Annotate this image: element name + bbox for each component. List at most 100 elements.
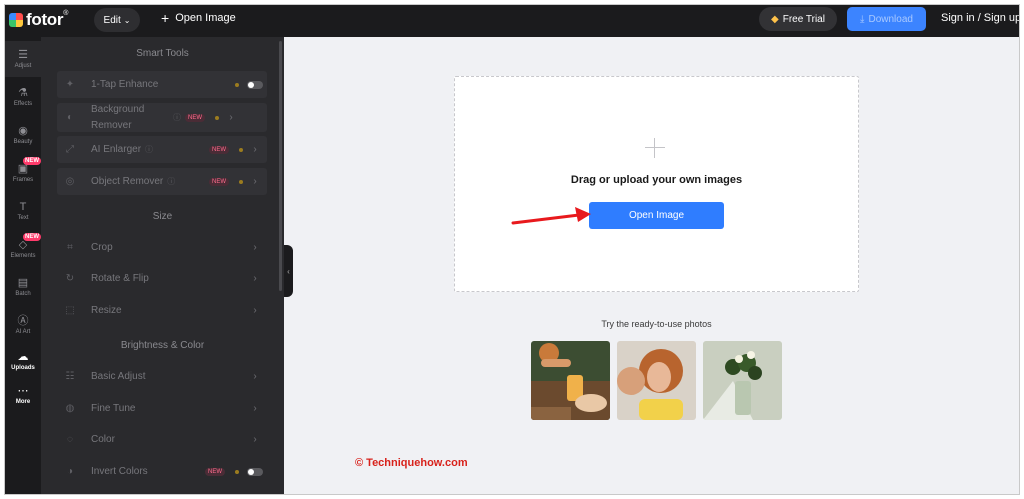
new-badge: NEW (205, 467, 225, 476)
new-badge: NEW (209, 145, 229, 154)
status-dot (239, 147, 243, 152)
tool-basic-adjust[interactable]: ☷ Basic Adjust › (57, 363, 267, 390)
drop-icon: ◍ (65, 403, 75, 414)
ready-photos-caption: Try the ready-to-use photos (601, 319, 712, 329)
chevron-right-icon: › (253, 144, 257, 155)
red-arrow-annotation (511, 207, 591, 225)
info-icon[interactable]: ⓘ (173, 112, 181, 123)
status-dot (239, 179, 243, 184)
rail-item-text[interactable]: T Text (5, 193, 41, 229)
tool-label: Resize (91, 304, 122, 316)
tool-label: Invert Colors (91, 465, 148, 477)
download-button[interactable]: ⤓ Download (847, 7, 926, 31)
tool-label: AI Enlarger (91, 143, 142, 155)
cloud-upload-icon: ☁ (17, 351, 29, 363)
edit-menu-button[interactable]: Edit ⌄ (94, 8, 140, 32)
rail-item-more[interactable]: ⋯ More (5, 377, 41, 413)
tool-color[interactable]: ◌ Color › (57, 426, 267, 453)
sample-photo-flowers[interactable] (703, 341, 782, 420)
diamond-icon: ◆ (771, 13, 779, 25)
flask-icon: ⚗ (18, 87, 28, 99)
invert-toggle[interactable] (247, 467, 263, 476)
new-badge: NEW (209, 177, 229, 186)
tool-crop[interactable]: ⌗ Crop › (57, 234, 267, 261)
tool-rail: ☰ Adjust ⚗ Effects ◉ Beauty NEW ▣ Frames… (5, 37, 41, 494)
tool-fine-tune[interactable]: ◍ Fine Tune › (57, 395, 267, 422)
wand-icon: ✦ (65, 79, 75, 90)
enhance-toggle[interactable] (247, 80, 263, 89)
fotor-logo[interactable]: fotor® (9, 10, 68, 30)
rail-item-frames[interactable]: NEW ▣ Frames (5, 155, 41, 191)
rail-item-elements[interactable]: NEW ◇ Elements (5, 231, 41, 267)
more-icon: ⋯ (17, 385, 29, 397)
collapse-panel-button[interactable]: ‹ (284, 245, 293, 297)
download-icon: ⤓ (860, 13, 865, 25)
plus-icon: + (161, 10, 170, 26)
chevron-right-icon: › (253, 242, 257, 253)
tool-1-tap-enhance[interactable]: ✦ 1-Tap Enhance (57, 71, 267, 98)
tool-label: Background Remover (91, 103, 145, 131)
tool-label: Crop (91, 241, 113, 253)
chevron-right-icon: › (253, 403, 257, 414)
enlarge-icon: ⤢ (66, 144, 74, 155)
open-image-top-button[interactable]: + Open Image (161, 10, 236, 26)
tool-label: Object Remover (91, 175, 164, 187)
rail-item-adjust[interactable]: ☰ Adjust (5, 41, 41, 77)
rail-label: Batch (15, 291, 31, 297)
panel-scrollbar[interactable] (279, 41, 282, 291)
tool-object-remover[interactable]: ◎ Object Remover ⓘ NEW › (57, 168, 267, 195)
invert-icon: ◑ (66, 466, 74, 477)
app-window: fotor® Edit ⌄ + Open Image ◆ Free Trial … (4, 4, 1020, 495)
palette-icon: ◌ (67, 434, 73, 445)
chevron-right-icon: › (253, 305, 257, 316)
crop-icon: ⌗ (67, 242, 73, 253)
chevron-right-icon: › (253, 371, 257, 382)
chevron-down-icon: ⌄ (123, 15, 131, 25)
rail-item-ai-art[interactable]: Ⓐ AI Art (5, 307, 41, 343)
tool-rotate-flip[interactable]: ↻ Rotate & Flip › (57, 265, 267, 292)
rail-item-beauty[interactable]: ◉ Beauty (5, 117, 41, 153)
tool-invert-colors[interactable]: ◑ Invert Colors NEW (57, 458, 267, 485)
rail-label: More (15, 399, 31, 405)
sample-photo-drink[interactable] (531, 341, 610, 420)
rail-item-batch[interactable]: ▤ Batch (5, 269, 41, 305)
rail-label: Frames (12, 177, 34, 183)
resize-icon: ⬚ (65, 305, 75, 316)
tool-resize[interactable]: ⬚ Resize › (57, 297, 267, 324)
top-bar: fotor® Edit ⌄ + Open Image ◆ Free Trial … (5, 5, 1019, 37)
new-badge: NEW (185, 113, 205, 122)
tool-background-remover[interactable]: ◐ Background Remover ⓘ NEW › (57, 103, 267, 132)
free-trial-label: Free Trial (782, 13, 825, 25)
open-image-label: Open Image (175, 12, 236, 24)
section-title-brightness-color: Brightness & Color (120, 340, 205, 351)
plus-icon[interactable] (645, 138, 665, 158)
batch-icon: ▤ (17, 277, 29, 289)
sign-in-link[interactable]: Sign in / Sign up (941, 12, 1019, 24)
rail-item-uploads[interactable]: ☁ Uploads (5, 343, 41, 379)
sample-photo-woman[interactable] (617, 341, 696, 420)
watermark-text: © Techniquehow.com (355, 457, 468, 469)
chevron-right-icon: › (253, 176, 257, 187)
info-icon[interactable]: ⓘ (145, 144, 153, 155)
tool-label: 1-Tap Enhance (91, 78, 159, 90)
info-icon[interactable]: ⓘ (167, 176, 175, 187)
section-title-size: Size (152, 211, 173, 222)
eye-icon: ◉ (18, 125, 28, 137)
chevron-right-icon: › (229, 112, 233, 123)
tool-ai-enlarger[interactable]: ⤢ AI Enlarger ⓘ NEW › (57, 136, 267, 163)
drag-upload-text: Drag or upload your own images (570, 174, 743, 186)
tool-label: Basic Adjust (91, 370, 146, 382)
status-dot (235, 469, 239, 474)
chevron-left-icon: ‹ (287, 266, 290, 276)
rail-label: Elements (10, 253, 36, 259)
new-badge: NEW (23, 157, 41, 165)
status-dot (215, 115, 219, 120)
rail-item-effects[interactable]: ⚗ Effects (5, 79, 41, 115)
rail-label: Text (17, 215, 29, 221)
bg-remover-icon: ◐ (66, 112, 74, 123)
new-badge: NEW (23, 233, 41, 241)
sliders-icon: ☰ (18, 49, 28, 61)
section-title-smart-tools: Smart Tools (136, 48, 189, 59)
free-trial-button[interactable]: ◆ Free Trial (759, 7, 837, 31)
open-image-button[interactable]: Open Image (589, 202, 724, 229)
